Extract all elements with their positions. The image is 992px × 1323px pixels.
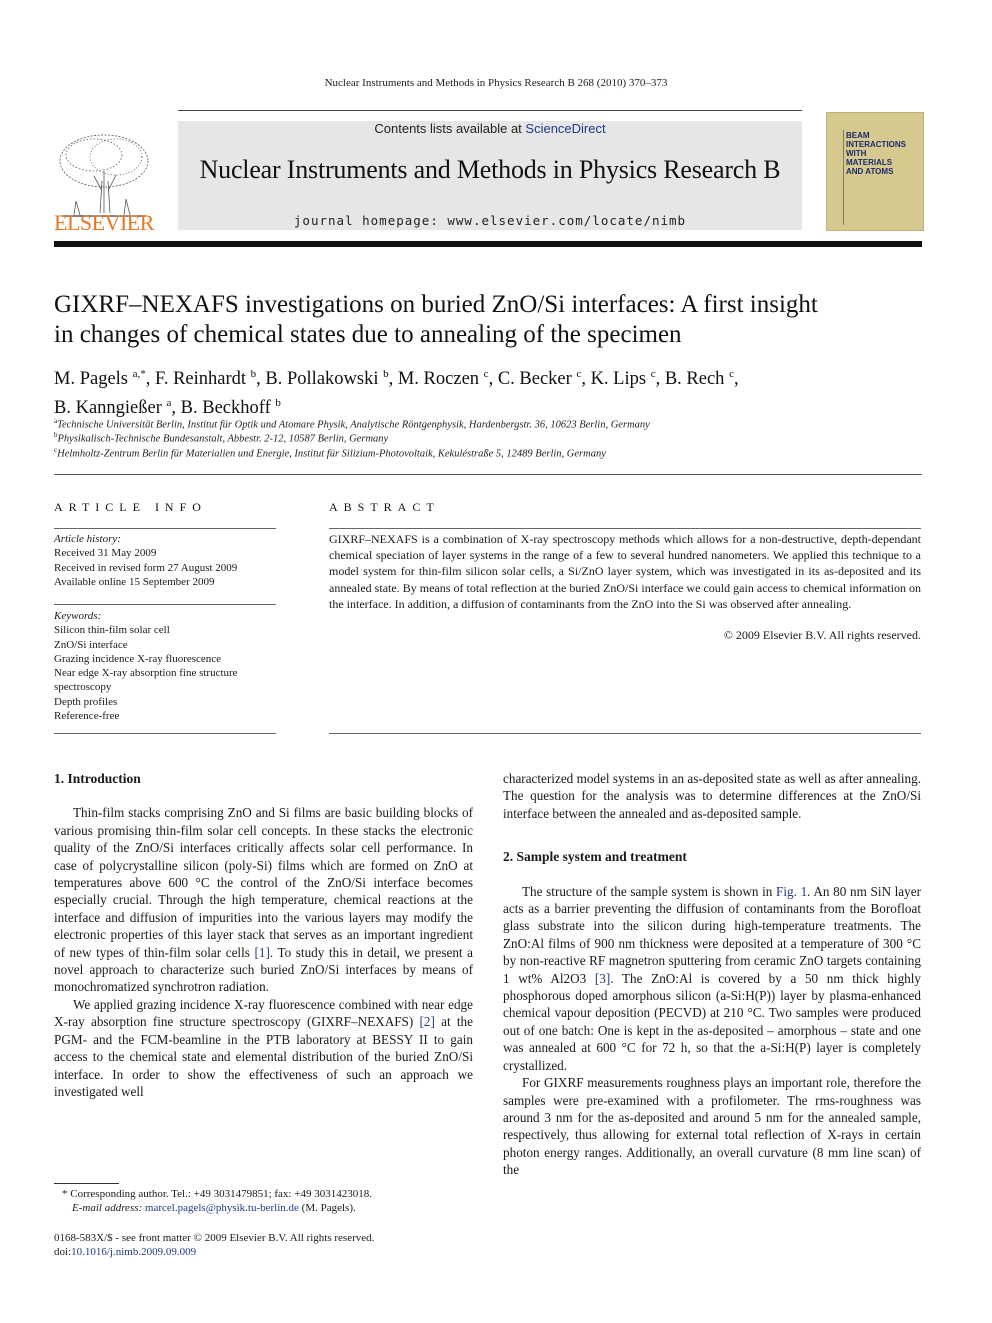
affiliation: bPhysikalisch-Technische Bundesanstalt, … xyxy=(54,431,389,445)
sciencedirect-link[interactable]: ScienceDirect xyxy=(525,121,605,136)
article-info-heading: ARTICLE INFO xyxy=(54,500,207,514)
author: B. Rech c xyxy=(664,368,734,390)
keywords-rule xyxy=(54,604,276,605)
paragraph: For GIXRF measurements roughness plays a… xyxy=(503,1075,921,1178)
abstract-bottom-rule xyxy=(329,733,921,734)
author: B. Kanngießer a xyxy=(54,397,172,419)
cover-line: INTERACTIONS xyxy=(846,140,906,149)
paragraph: We applied grazing incidence X-ray fluor… xyxy=(54,996,473,1099)
author: M. Roczen c xyxy=(397,368,489,390)
article-info-rule xyxy=(54,528,276,529)
author: B. Beckhoff b xyxy=(180,397,281,419)
history-label: Article history: xyxy=(54,533,121,545)
section-divider xyxy=(54,474,922,475)
author: K. Lips c xyxy=(590,368,656,390)
history-item: Available online 15 September 2009 xyxy=(54,575,215,588)
author: B. Pollakowski b xyxy=(265,368,389,390)
header-rule xyxy=(178,110,802,111)
contents-line: Contents lists available at ScienceDirec… xyxy=(178,121,802,136)
footnote-rule xyxy=(54,1183,119,1184)
keywords: Keywords: Silicon thin-film solar cell Z… xyxy=(54,609,276,723)
keyword: Reference-free xyxy=(54,710,120,723)
author: F. Reinhardt b xyxy=(155,368,257,390)
left-column: 1. Introduction Thin-film stacks compris… xyxy=(54,770,473,1100)
title-line-2: in changes of chemical states due to ann… xyxy=(54,321,682,348)
abstract-text: GIXRF–NEXAFS is a combination of X-ray s… xyxy=(329,532,921,611)
contents-prefix: Contents lists available at xyxy=(374,121,526,136)
affiliation: cHelmholtz-Zentrum Berlin für Materialie… xyxy=(54,446,606,460)
keywords-label: Keywords: xyxy=(54,610,102,622)
abstract-copyright: © 2009 Elsevier B.V. All rights reserved… xyxy=(723,628,921,642)
running-head: Nuclear Instruments and Methods in Physi… xyxy=(324,77,668,89)
journal-title: Nuclear Instruments and Methods in Physi… xyxy=(199,155,781,184)
keyword: Grazing incidence X-ray fluorescence xyxy=(54,652,222,665)
cover-line: BEAM xyxy=(846,131,870,140)
keyword: ZnO/Si interface xyxy=(54,638,128,651)
keyword: spectroscopy xyxy=(54,681,112,694)
article-history: Article history: Received 31 May 2009 Re… xyxy=(54,532,276,589)
keyword: Near edge X-ray absorption fine structur… xyxy=(54,667,238,680)
reference-link[interactable]: [1] xyxy=(254,945,269,960)
reference-link[interactable]: [2] xyxy=(420,1014,435,1029)
section-heading-introduction: 1. Introduction xyxy=(54,771,141,786)
elsevier-wordmark: ELSEVIER xyxy=(54,210,154,235)
right-column: characterized model systems in an as-dep… xyxy=(503,770,921,1179)
paragraph: The structure of the sample system is sh… xyxy=(503,883,922,1073)
abstract-heading: ABSTRACT xyxy=(329,500,440,514)
cover-spine-line xyxy=(843,130,844,225)
email-link[interactable]: marcel.pagels@physik.tu-berlin.de xyxy=(145,1202,299,1214)
paragraph: Thin-film stacks comprising ZnO and Si f… xyxy=(54,805,474,995)
author: M. Pagels a,* xyxy=(54,368,146,390)
footnote-issn: 0168-583X/$ - see front matter © 2009 El… xyxy=(54,1232,375,1258)
cover-title: BEAM INTERACTIONS WITH MATERIALS AND ATO… xyxy=(846,131,920,176)
cover-line: MATERIALS xyxy=(846,158,893,167)
title-line-1: GIXRF–NEXAFS investigations on buried Zn… xyxy=(54,291,818,318)
article-info-bottom-rule xyxy=(54,733,276,734)
journal-homepage-link[interactable]: journal homepage: www.elsevier.com/locat… xyxy=(178,213,802,228)
header-thick-rule xyxy=(54,241,922,247)
keyword: Depth profiles xyxy=(54,695,118,708)
doi-link[interactable]: 10.1016/j.nimb.2009.09.009 xyxy=(71,1246,196,1258)
footnote-corresponding: * Corresponding author. Tel.: +49 303147… xyxy=(62,1188,372,1214)
cover-line: WITH xyxy=(846,149,867,158)
article-title: GIXRF–NEXAFS investigations on buried Zn… xyxy=(54,290,854,350)
reference-link[interactable]: [3] xyxy=(595,971,610,986)
section-heading-sample-system: 2. Sample system and treatment xyxy=(503,849,687,865)
figure-link[interactable]: Fig. 1 xyxy=(776,884,807,899)
author: C. Becker c xyxy=(497,368,582,390)
paragraph: characterized model systems in an as-dep… xyxy=(503,771,921,821)
keyword: Silicon thin-film solar cell xyxy=(54,624,170,637)
history-item: Received in revised form 27 August 2009 xyxy=(54,561,238,574)
affiliation: aTechnische Universität Berlin, Institut… xyxy=(54,417,650,431)
cover-line: AND ATOMS xyxy=(846,167,894,176)
abstract-rule xyxy=(329,528,921,529)
author-list: M. Pagels a,*, F. Reinhardt b, B. Pollak… xyxy=(54,368,739,419)
history-item: Received 31 May 2009 xyxy=(54,547,157,560)
